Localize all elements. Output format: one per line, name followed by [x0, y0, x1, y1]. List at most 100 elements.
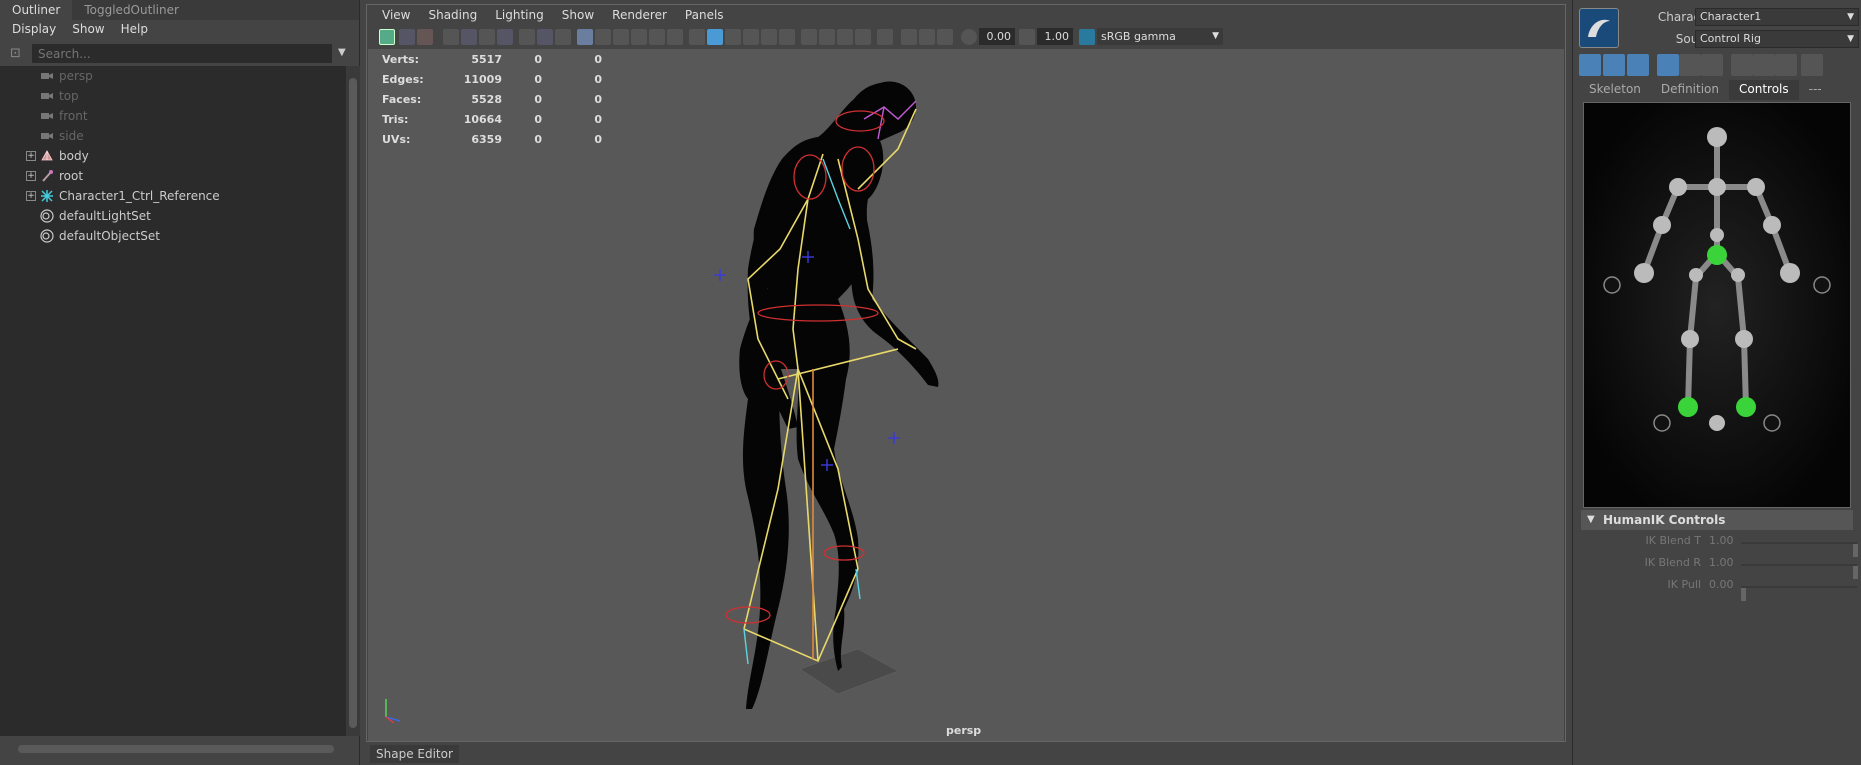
xray-joints-icon[interactable] [743, 29, 759, 45]
safe-title-icon[interactable] [555, 29, 571, 45]
stance-pose-icon[interactable] [1731, 54, 1753, 76]
list-item[interactable]: + Character1_Ctrl_Reference [0, 186, 346, 206]
default-material-icon[interactable] [631, 29, 647, 45]
wireframe-shaded-icon[interactable] [689, 29, 705, 45]
menu-help[interactable]: Help [115, 20, 154, 40]
exposure-field[interactable]: 0.00 [979, 28, 1015, 45]
color-management-icon[interactable] [1079, 29, 1095, 45]
smooth-shade-icon[interactable] [613, 29, 629, 45]
expand-icon[interactable]: + [26, 191, 36, 201]
ik-pull-slider[interactable]: IK Pull 0.00 [1581, 578, 1861, 601]
pin-rotate-icon[interactable] [1679, 54, 1701, 76]
ik-blend-r-slider[interactable]: IK Blend R 1.00 [1581, 556, 1861, 579]
frame-all-icon[interactable] [901, 29, 917, 45]
resolution-gate-icon[interactable] [479, 29, 495, 45]
isolate-icon[interactable] [877, 29, 893, 45]
bookmark-icon[interactable] [417, 29, 433, 45]
gamma-field[interactable]: 1.00 [1037, 28, 1073, 45]
xray-icon[interactable] [725, 29, 741, 45]
body-part-icon[interactable] [1603, 54, 1625, 76]
list-item[interactable]: + body [0, 146, 346, 166]
anti-aliasing-icon[interactable] [837, 29, 853, 45]
frame-selection-icon[interactable] [919, 29, 935, 45]
field-chart-icon[interactable] [519, 29, 535, 45]
humanik-controls-section[interactable]: ▼ HumanIK Controls [1581, 510, 1853, 530]
grid-icon[interactable] [577, 29, 593, 45]
camera-attributes-icon[interactable] [399, 29, 415, 45]
list-item[interactable]: + root [0, 166, 346, 186]
scrollbar-thumb[interactable] [349, 78, 357, 728]
fk-ik-icon[interactable] [1775, 54, 1797, 76]
menu-show[interactable]: Show [66, 20, 110, 40]
character-icon[interactable] [1801, 54, 1823, 76]
tab-controls[interactable]: Controls [1729, 80, 1799, 100]
film-gate-icon[interactable] [461, 29, 477, 45]
shaded-icon[interactable] [707, 29, 723, 45]
screen-space-ao-icon[interactable] [801, 29, 817, 45]
menu-display[interactable]: Display [6, 20, 62, 40]
motion-blur-icon[interactable] [819, 29, 835, 45]
tab-outliner[interactable]: Outliner [0, 0, 73, 20]
scrollbar-thumb[interactable] [18, 745, 334, 753]
tab-toggled-outliner[interactable]: ToggledOutliner [72, 0, 191, 20]
expand-hand-icons[interactable] [1603, 276, 1831, 432]
list-item[interactable]: front [0, 106, 346, 126]
search-dropdown-icon[interactable]: ▼ [338, 47, 346, 58]
tab-skeleton[interactable]: Skeleton [1579, 80, 1651, 100]
character-select[interactable]: Character1 ▼ [1695, 8, 1859, 26]
expand-icon[interactable]: + [26, 171, 36, 181]
safe-action-icon[interactable] [537, 29, 553, 45]
list-item[interactable]: defaultObjectSet [0, 226, 346, 246]
tab-more[interactable]: --- [1799, 80, 1832, 100]
humanik-logo[interactable] [1579, 8, 1619, 48]
exposure-icon[interactable] [961, 29, 977, 45]
select-camera-icon[interactable] [379, 29, 395, 45]
source-select[interactable]: Control Rig ▼ [1695, 30, 1859, 48]
depth-of-field-icon[interactable] [855, 29, 871, 45]
gate-mask-icon[interactable] [497, 29, 513, 45]
color-space-select[interactable]: sRGB gamma ▼ [1097, 28, 1223, 45]
wireframe-icon[interactable] [595, 29, 611, 45]
filter-icon[interactable]: ⊡ [10, 46, 26, 62]
section-title: HumanIK Controls [1603, 513, 1726, 527]
shadows-icon[interactable] [779, 29, 795, 45]
color-space-value: sRGB gamma [1101, 30, 1176, 43]
xray-active-icon[interactable] [937, 29, 953, 45]
left-foot-effector[interactable] [1678, 397, 1698, 417]
ik-blend-t-slider[interactable]: IK Blend T 1.00 [1581, 534, 1861, 557]
mirror-icon[interactable] [1753, 54, 1775, 76]
outliner-vertical-scrollbar[interactable] [346, 66, 360, 736]
right-foot-effector[interactable] [1736, 397, 1756, 417]
slider-handle[interactable] [1741, 588, 1746, 601]
pin-all-icon[interactable] [1701, 54, 1723, 76]
list-item[interactable]: side [0, 126, 346, 146]
lights-icon[interactable] [761, 29, 777, 45]
gamma-icon[interactable] [1019, 29, 1035, 45]
menu-view[interactable]: View [373, 5, 419, 25]
list-item[interactable]: persp [0, 66, 346, 86]
list-item[interactable]: top [0, 86, 346, 106]
outliner-horizontal-scrollbar[interactable] [6, 742, 346, 756]
menu-lighting[interactable]: Lighting [486, 5, 553, 25]
selection-icon[interactable] [1627, 54, 1649, 76]
search-input[interactable] [32, 44, 332, 63]
menu-shading[interactable]: Shading [419, 5, 486, 25]
character-model[interactable] [368, 49, 1564, 741]
full-body-icon[interactable] [1579, 54, 1601, 76]
textured-icon[interactable] [649, 29, 665, 45]
axis-gizmo [385, 699, 401, 724]
viewport-3d[interactable]: Verts: 5517 0 0 Edges: 11009 0 0 Faces: … [368, 49, 1564, 741]
tab-definition[interactable]: Definition [1651, 80, 1729, 100]
isolate-select-icon[interactable] [667, 29, 683, 45]
menu-show[interactable]: Show [553, 5, 603, 25]
image-plane-icon[interactable] [443, 29, 459, 45]
pin-translate-icon[interactable] [1657, 54, 1679, 76]
menu-panels[interactable]: Panels [676, 5, 733, 25]
expand-icon[interactable]: + [26, 151, 36, 161]
source-value: Control Rig [1700, 32, 1761, 45]
menu-renderer[interactable]: Renderer [603, 5, 676, 25]
list-item[interactable]: defaultLightSet [0, 206, 346, 226]
camera-name-label: persp [946, 724, 982, 737]
hips-effector[interactable] [1707, 245, 1727, 265]
shape-editor-tab[interactable]: Shape Editor [370, 745, 459, 763]
